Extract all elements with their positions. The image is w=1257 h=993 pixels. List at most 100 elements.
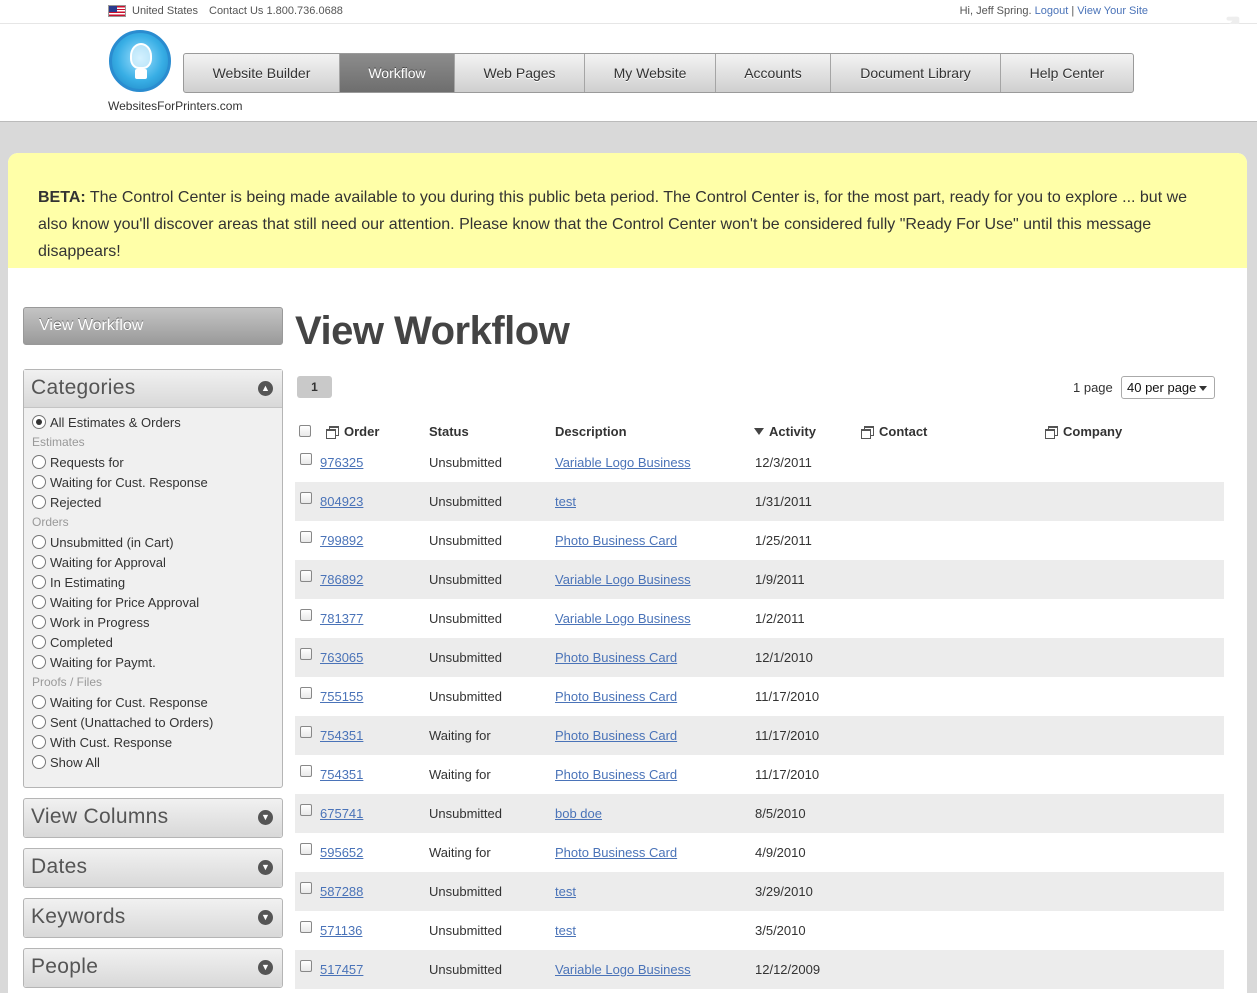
description-link[interactable]: Photo Business Card: [555, 767, 677, 782]
us-flag-icon[interactable]: [108, 5, 126, 17]
row-checkbox[interactable]: [300, 687, 312, 699]
row-checkbox[interactable]: [300, 609, 312, 621]
radio-button[interactable]: [32, 635, 46, 649]
radio-button[interactable]: [32, 735, 46, 749]
radio-button[interactable]: [32, 615, 46, 629]
radio-button[interactable]: [32, 555, 46, 569]
order-link[interactable]: 763065: [320, 650, 363, 665]
radio-button[interactable]: [32, 695, 46, 709]
category-option[interactable]: All Estimates & Orders: [32, 412, 282, 432]
category-option[interactable]: Waiting for Price Approval: [32, 592, 282, 612]
nav-document-library[interactable]: Document Library: [831, 54, 1001, 92]
category-option[interactable]: Requests for: [32, 452, 282, 472]
nav-website-builder[interactable]: Website Builder: [184, 54, 340, 92]
description-column-header[interactable]: Description: [555, 424, 627, 439]
lightbulb-logo-icon[interactable]: [109, 30, 171, 92]
description-link[interactable]: Photo Business Card: [555, 845, 677, 860]
nav-workflow[interactable]: Workflow: [340, 54, 455, 92]
description-link[interactable]: Variable Logo Business: [555, 611, 691, 626]
order-link[interactable]: 587288: [320, 884, 363, 899]
row-checkbox[interactable]: [300, 765, 312, 777]
description-link[interactable]: Photo Business Card: [555, 533, 677, 548]
keywords-header[interactable]: Keywords ▼: [24, 899, 282, 937]
dates-header[interactable]: Dates ▼: [24, 849, 282, 887]
category-option[interactable]: Waiting for Cust. Response: [32, 692, 282, 712]
row-checkbox[interactable]: [300, 453, 312, 465]
category-option[interactable]: Waiting for Approval: [32, 552, 282, 572]
select-all-checkbox[interactable]: [299, 425, 311, 437]
order-link[interactable]: 804923: [320, 494, 363, 509]
description-link[interactable]: test: [555, 494, 576, 509]
row-checkbox[interactable]: [300, 804, 312, 816]
nav-my-website[interactable]: My Website: [585, 54, 716, 92]
order-link[interactable]: 517457: [320, 962, 363, 977]
categories-header[interactable]: Categories ▲: [24, 370, 282, 408]
country-selector[interactable]: United States: [132, 5, 198, 17]
row-checkbox[interactable]: [300, 531, 312, 543]
people-header[interactable]: People ▼: [24, 949, 282, 987]
radio-button[interactable]: [32, 715, 46, 729]
category-option[interactable]: With Cust. Response: [32, 732, 282, 752]
status-column-header[interactable]: Status: [429, 424, 469, 439]
expand-arrow-down-icon[interactable]: ▼: [258, 910, 273, 925]
view-workflow-button[interactable]: View Workflow: [23, 307, 283, 345]
radio-button[interactable]: [32, 455, 46, 469]
order-link[interactable]: 754351: [320, 728, 363, 743]
radio-button[interactable]: [32, 415, 46, 429]
description-link[interactable]: Photo Business Card: [555, 728, 677, 743]
description-link[interactable]: test: [555, 923, 576, 938]
order-link[interactable]: 976325: [320, 455, 363, 470]
row-checkbox[interactable]: [300, 960, 312, 972]
order-link[interactable]: 799892: [320, 533, 363, 548]
view-site-link[interactable]: View Your Site: [1077, 5, 1148, 17]
logout-link[interactable]: Logout: [1035, 5, 1069, 17]
company-column-header[interactable]: Company: [1045, 424, 1122, 439]
order-link[interactable]: 571136: [320, 923, 362, 938]
view-columns-header[interactable]: View Columns ▼: [24, 799, 282, 837]
description-link[interactable]: Variable Logo Business: [555, 572, 691, 587]
order-link[interactable]: 786892: [320, 572, 363, 587]
page-1-button[interactable]: 1: [297, 376, 332, 398]
radio-button[interactable]: [32, 575, 46, 589]
category-option[interactable]: Waiting for Cust. Response: [32, 472, 282, 492]
radio-button[interactable]: [32, 475, 46, 489]
collapse-arrow-up-icon[interactable]: ▲: [258, 381, 273, 396]
expand-arrow-down-icon[interactable]: ▼: [258, 960, 273, 975]
row-checkbox[interactable]: [300, 570, 312, 582]
expand-arrow-down-icon[interactable]: ▼: [258, 810, 273, 825]
radio-button[interactable]: [32, 595, 46, 609]
description-link[interactable]: Variable Logo Business: [555, 455, 691, 470]
nav-accounts[interactable]: Accounts: [716, 54, 831, 92]
order-column-header[interactable]: Order: [326, 424, 379, 439]
category-option[interactable]: Work in Progress: [32, 612, 282, 632]
activity-column-header[interactable]: Activity: [754, 424, 816, 439]
description-link[interactable]: test: [555, 884, 576, 899]
description-link[interactable]: Variable Logo Business: [555, 962, 691, 977]
radio-button[interactable]: [32, 755, 46, 769]
radio-button[interactable]: [32, 655, 46, 669]
per-page-select[interactable]: 40 per page: [1121, 376, 1215, 399]
row-checkbox[interactable]: [300, 648, 312, 660]
order-link[interactable]: 675741: [320, 806, 363, 821]
category-option[interactable]: Show All: [32, 752, 282, 772]
row-checkbox[interactable]: [300, 492, 312, 504]
description-link[interactable]: bob doe: [555, 806, 602, 821]
nav-help-center[interactable]: Help Center: [1001, 54, 1133, 92]
order-link[interactable]: 595652: [320, 845, 363, 860]
row-checkbox[interactable]: [300, 726, 312, 738]
radio-button[interactable]: [32, 535, 46, 549]
row-checkbox[interactable]: [300, 921, 312, 933]
row-checkbox[interactable]: [300, 843, 312, 855]
description-link[interactable]: Photo Business Card: [555, 650, 677, 665]
category-option[interactable]: Waiting for Paymt.: [32, 652, 282, 672]
expand-arrow-down-icon[interactable]: ▼: [258, 860, 273, 875]
row-checkbox[interactable]: [300, 882, 312, 894]
category-option[interactable]: Sent (Unattached to Orders): [32, 712, 282, 732]
category-option[interactable]: Rejected: [32, 492, 282, 512]
order-link[interactable]: 754351: [320, 767, 363, 782]
order-link[interactable]: 755155: [320, 689, 363, 704]
order-link[interactable]: 781377: [320, 611, 363, 626]
radio-button[interactable]: [32, 495, 46, 509]
contact-column-header[interactable]: Contact: [861, 424, 927, 439]
nav-web-pages[interactable]: Web Pages: [455, 54, 585, 92]
